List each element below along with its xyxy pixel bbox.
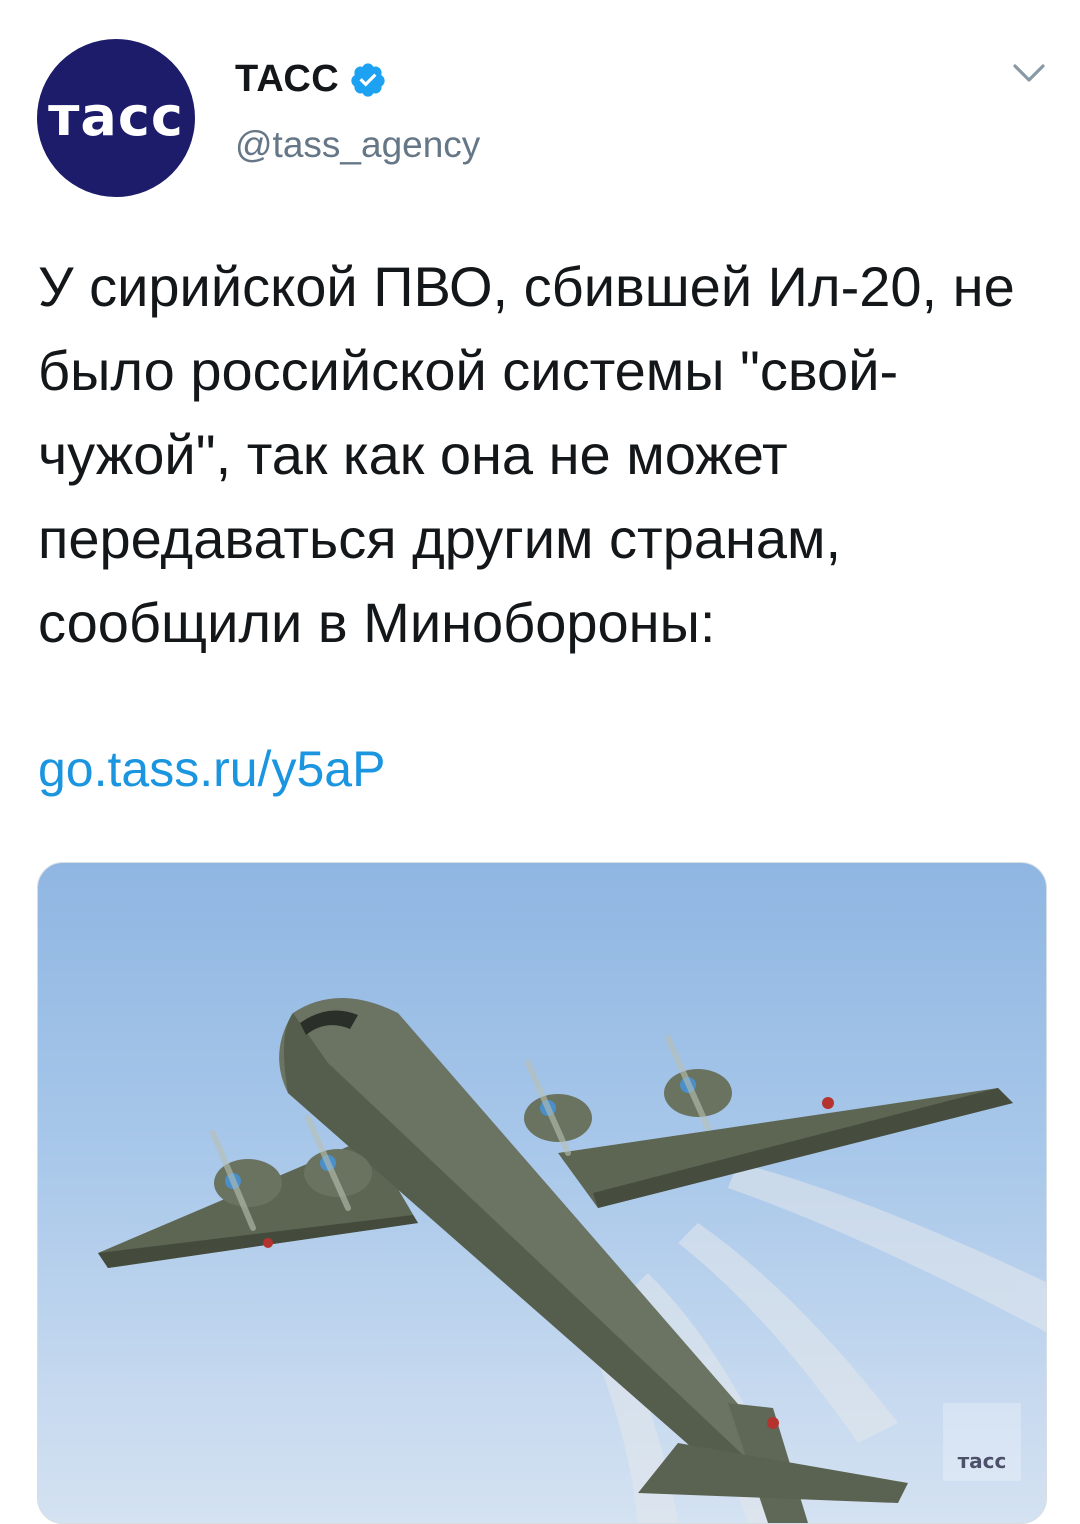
tass-logo: тасс: [48, 84, 184, 148]
user-handle[interactable]: @tass_agency: [235, 124, 480, 166]
aircraft-photo: [98, 998, 1046, 1523]
name-row[interactable]: ТАСС: [235, 58, 387, 101]
avatar[interactable]: тасс: [37, 39, 195, 197]
tweet-link[interactable]: go.tass.ru/y5aP: [38, 740, 385, 798]
chevron-down-icon[interactable]: [1012, 62, 1046, 86]
display-name[interactable]: ТАСС: [235, 58, 339, 101]
tweet-media-image[interactable]: тасс: [37, 862, 1047, 1524]
tweet-text: У сирийской ПВО, сбившей Ил-20, не было …: [38, 255, 1015, 654]
verified-badge-icon: [351, 62, 385, 97]
tass-watermark: тасс: [943, 1403, 1021, 1481]
